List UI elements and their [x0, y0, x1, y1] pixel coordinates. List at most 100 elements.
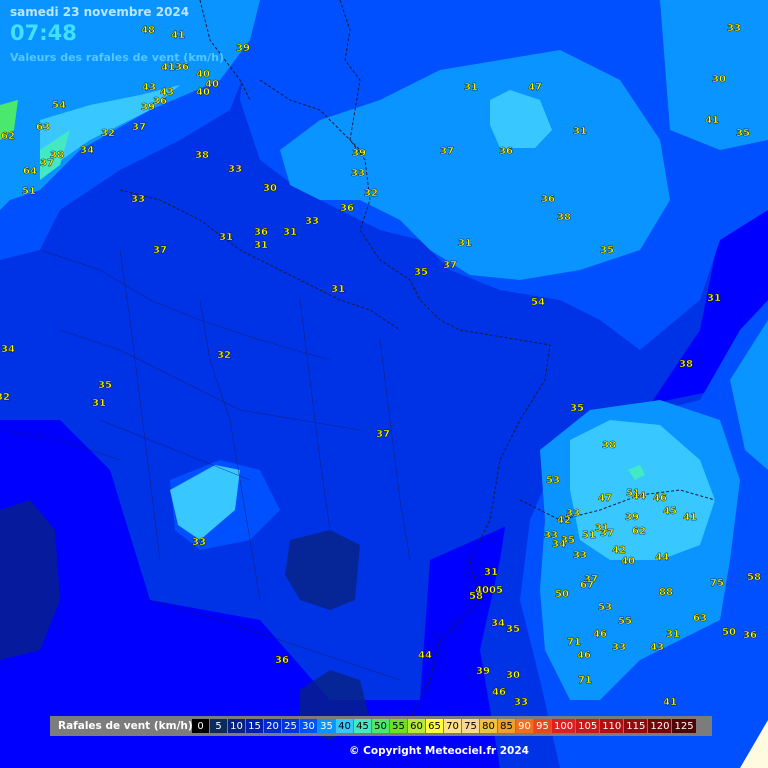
station-value: 35 — [600, 245, 614, 256]
station-value: 36 — [340, 203, 354, 214]
legend-step: 100 — [552, 719, 576, 733]
station-value: 31 — [331, 284, 345, 295]
station-value: 38 — [195, 150, 209, 161]
legend-step: 115 — [624, 719, 648, 733]
station-value: 38 — [602, 440, 616, 451]
station-value: 36 — [743, 630, 757, 641]
station-value: 31 — [666, 629, 680, 640]
wind-gust-map: 48 41394136404043 43 4039365463623732343837… — [0, 0, 768, 768]
station-value: 53 — [598, 602, 612, 613]
station-value: 32 — [101, 128, 115, 139]
station-value: 39 — [625, 512, 639, 523]
station-value: 58 — [747, 572, 761, 583]
station-value: 46 — [593, 629, 607, 640]
station-value: 35 — [506, 624, 520, 635]
station-value: 34 — [491, 618, 505, 629]
station-value: 33 — [727, 23, 741, 34]
station-value: 41 — [171, 30, 185, 41]
station-value: 34 — [552, 539, 566, 550]
station-value: 33 — [514, 697, 528, 708]
map-time: 07:48 — [10, 21, 77, 45]
station-value: 31 — [219, 232, 233, 243]
station-value: 67 — [580, 580, 594, 591]
station-value: 31 — [92, 398, 106, 409]
legend-step: 105 — [576, 719, 600, 733]
legend-step: 120 — [648, 719, 672, 733]
copyright: © Copyright Meteociel.fr 2024 — [349, 745, 529, 757]
station-value: 33 — [612, 642, 626, 653]
station-value: 33 — [131, 194, 145, 205]
station-value: 34 — [80, 145, 94, 156]
station-value: 33 — [228, 164, 242, 175]
station-value: 48 — [141, 25, 155, 36]
station-value: 44 — [632, 491, 646, 502]
station-value: 47 — [598, 493, 612, 504]
legend-step: 25 — [282, 719, 299, 733]
station-value: 55 — [618, 616, 632, 627]
station-value: 32 — [0, 392, 10, 403]
legend-step: 40 — [336, 719, 353, 733]
station-value: 31 — [254, 240, 268, 251]
map-date: samedi 23 novembre 2024 — [10, 5, 190, 19]
legend-step: 95 — [534, 719, 551, 733]
station-value: 71 — [567, 637, 581, 648]
station-value: 39 — [352, 148, 366, 159]
station-value: 75 — [710, 578, 724, 589]
station-value: 31 — [484, 567, 498, 578]
station-value: 63 — [693, 613, 707, 624]
legend-step: 0 — [192, 719, 209, 733]
station-value: 54 — [531, 297, 545, 308]
station-value: 31 — [707, 293, 721, 304]
legend-step: 50 — [372, 719, 389, 733]
legend-step: 55 — [390, 719, 407, 733]
legend-step: 45 — [354, 719, 371, 733]
station-value: 42 — [557, 515, 571, 526]
station-value: 33 — [573, 550, 587, 561]
station-value: 64 — [23, 166, 37, 177]
station-value: 30 — [712, 74, 726, 85]
station-value: 34 — [1, 344, 15, 355]
legend-step: 85 — [498, 719, 515, 733]
station-value: 46 — [653, 493, 667, 504]
legend-step: 15 — [246, 719, 263, 733]
station-value: 46 — [492, 687, 506, 698]
station-value: 31 — [458, 238, 472, 249]
station-value: 43 — [650, 642, 664, 653]
station-value: 58 — [469, 591, 483, 602]
station-value: 51 — [22, 186, 36, 197]
station-value: 47 — [528, 82, 542, 93]
station-value: 33 — [305, 216, 319, 227]
legend-title: Rafales de vent (km/h) — [58, 720, 193, 732]
station-value: 39 — [476, 666, 490, 677]
station-value: 43 — [142, 82, 156, 93]
legend-step: 110 — [600, 719, 624, 733]
station-value: 88 — [659, 587, 673, 598]
station-value: 37 — [376, 429, 390, 440]
station-value: 35 — [414, 267, 428, 278]
station-value: 31 — [283, 227, 297, 238]
station-value: 54 — [52, 100, 66, 111]
station-value: 37 — [440, 146, 454, 157]
station-value: 41 — [705, 115, 719, 126]
station-value: 62 — [1, 131, 15, 142]
station-value: 38 — [679, 359, 693, 370]
station-value: 36 — [499, 146, 513, 157]
station-value: 32 — [217, 350, 231, 361]
legend-step: 90 — [516, 719, 533, 733]
legend-step: 5 — [210, 719, 227, 733]
legend-step: 10 — [228, 719, 245, 733]
station-value: 46 — [577, 650, 591, 661]
station-value: 31 — [573, 126, 587, 137]
station-value: 53 — [546, 475, 560, 486]
station-value: 30 — [263, 183, 277, 194]
station-value: 35 — [736, 128, 750, 139]
station-value: 38 — [50, 150, 64, 161]
legend-scale: 0 5 10 15 20 25 30 35 40 45 50 55 60 65 70 75 80 85 90 95 10… — [192, 719, 697, 733]
legend-step: 20 — [264, 719, 281, 733]
station-value: 35 — [98, 380, 112, 391]
station-value: 45 — [663, 506, 677, 517]
station-value: 50 — [722, 627, 736, 638]
map-subtitle: Valeurs des rafales de vent (km/h) — [10, 51, 224, 64]
legend-step: 35 — [318, 719, 335, 733]
station-value: 38 — [557, 212, 571, 223]
